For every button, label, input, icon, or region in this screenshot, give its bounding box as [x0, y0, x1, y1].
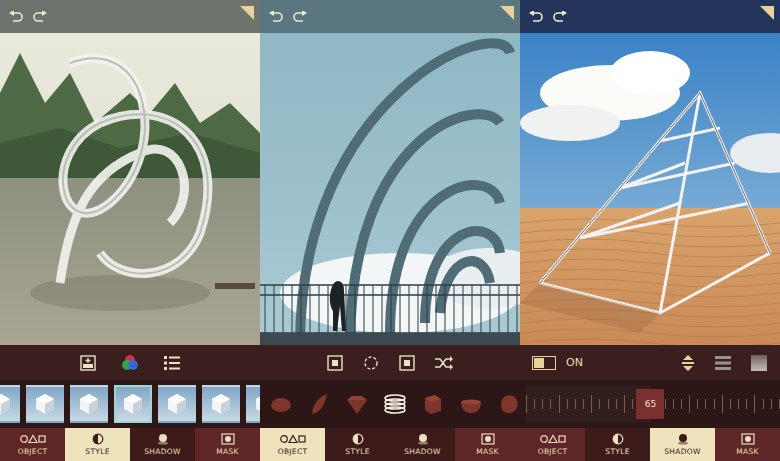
shadow-slider[interactable]: 65	[526, 385, 780, 423]
option-strip	[260, 380, 520, 428]
object-panel: OBJECT STYLE SHADOW MASK	[260, 0, 520, 461]
option-strip: 65	[520, 380, 780, 428]
grid-icon[interactable]	[326, 354, 344, 372]
toggle-label: ON	[566, 356, 583, 369]
rotate-icon[interactable]	[362, 354, 380, 372]
tab-bar: OBJECT STYLE SHADOW MASK	[260, 428, 520, 461]
tab-label: OBJECT	[538, 447, 568, 456]
top-bar	[520, 0, 780, 33]
color-circles-icon[interactable]	[121, 354, 139, 372]
corner-triangle-icon[interactable]	[760, 6, 774, 20]
tab-label: STYLE	[605, 447, 629, 456]
tab-label: SHADOW	[404, 447, 440, 456]
photo-canvas[interactable]	[260, 33, 520, 345]
shapes-icon	[540, 433, 566, 445]
undo-icon[interactable]	[528, 10, 544, 24]
top-bar	[0, 0, 260, 33]
toolbar	[0, 345, 260, 380]
option-strip	[0, 380, 260, 428]
tab-bar: OBJECT STYLE SHADOW MASK	[520, 428, 780, 461]
tab-label: STYLE	[85, 447, 109, 456]
tab[interactable]: SHADOW	[130, 428, 195, 461]
square-icon[interactable]	[398, 354, 416, 372]
style-thumbnail[interactable]	[70, 385, 108, 423]
half-circle-icon	[612, 433, 624, 445]
photo-canvas[interactable]	[520, 33, 780, 345]
tab[interactable]: SHADOW	[650, 428, 715, 461]
mask-icon	[221, 433, 235, 445]
shadow-icon	[157, 433, 169, 445]
tab-label: OBJECT	[18, 447, 48, 456]
bowl-icon[interactable]	[456, 389, 486, 419]
gradient-icon[interactable]	[750, 354, 768, 372]
tab[interactable]: MASK	[455, 428, 520, 461]
tab[interactable]: OBJECT	[520, 428, 585, 461]
stripes-icon[interactable]	[714, 354, 732, 372]
tab[interactable]: STYLE	[325, 428, 390, 461]
photo-canvas[interactable]	[0, 33, 260, 345]
top-bar	[260, 0, 520, 33]
style-thumbnail[interactable]	[0, 385, 20, 423]
tab-label: MASK	[476, 447, 498, 456]
tab-label: SHADOW	[144, 447, 180, 456]
tab-label: OBJECT	[278, 447, 308, 456]
list-icon[interactable]	[163, 354, 181, 372]
half-circle-icon	[352, 433, 364, 445]
tab[interactable]: MASK	[195, 428, 260, 461]
tab[interactable]: OBJECT	[260, 428, 325, 461]
shadow-icon	[417, 433, 429, 445]
undo-icon[interactable]	[268, 10, 284, 24]
redo-icon[interactable]	[552, 10, 568, 24]
tab-label: STYLE	[345, 447, 369, 456]
height-arrows-icon[interactable]	[680, 354, 696, 372]
style-panel: OBJECT STYLE SHADOW MASK	[0, 0, 260, 461]
cube-icon[interactable]	[418, 389, 448, 419]
style-thumbnail[interactable]	[158, 385, 196, 423]
tab[interactable]: OBJECT	[0, 428, 65, 461]
toggle-switch[interactable]	[532, 356, 556, 370]
tab-label: MASK	[736, 447, 758, 456]
add-image-icon[interactable]	[79, 354, 97, 372]
mask-icon	[481, 433, 495, 445]
tab[interactable]: SHADOW	[390, 428, 455, 461]
tab[interactable]: STYLE	[65, 428, 130, 461]
tab[interactable]: MASK	[715, 428, 780, 461]
shadow-icon	[677, 433, 689, 445]
tab-label: MASK	[216, 447, 238, 456]
gem-icon[interactable]	[342, 389, 372, 419]
leaf-icon[interactable]	[304, 389, 334, 419]
shuffle-icon[interactable]	[434, 354, 454, 372]
mask-icon	[741, 433, 755, 445]
toolbar: ON	[520, 345, 780, 380]
coil-icon[interactable]	[380, 389, 410, 419]
corner-triangle-icon[interactable]	[240, 6, 254, 20]
toolbar	[260, 345, 520, 380]
tab-bar: OBJECT STYLE SHADOW MASK	[0, 428, 260, 461]
shapes-icon	[20, 433, 46, 445]
blob-icon[interactable]	[494, 389, 520, 419]
redo-icon[interactable]	[292, 10, 308, 24]
tab[interactable]: STYLE	[585, 428, 650, 461]
tab-label: SHADOW	[664, 447, 700, 456]
shapes-icon	[280, 433, 306, 445]
undo-icon[interactable]	[8, 10, 24, 24]
ellipsoid-icon[interactable]	[266, 389, 296, 419]
style-thumbnail[interactable]	[202, 385, 240, 423]
shadow-panel: ON 65 OBJECT STYLE SHADOW MASK	[520, 0, 780, 461]
half-circle-icon	[92, 433, 104, 445]
slider-value[interactable]: 65	[636, 389, 664, 419]
style-thumbnail[interactable]	[246, 385, 260, 423]
style-thumbnail[interactable]	[114, 385, 152, 423]
corner-triangle-icon[interactable]	[500, 6, 514, 20]
style-thumbnail[interactable]	[26, 385, 64, 423]
redo-icon[interactable]	[32, 10, 48, 24]
